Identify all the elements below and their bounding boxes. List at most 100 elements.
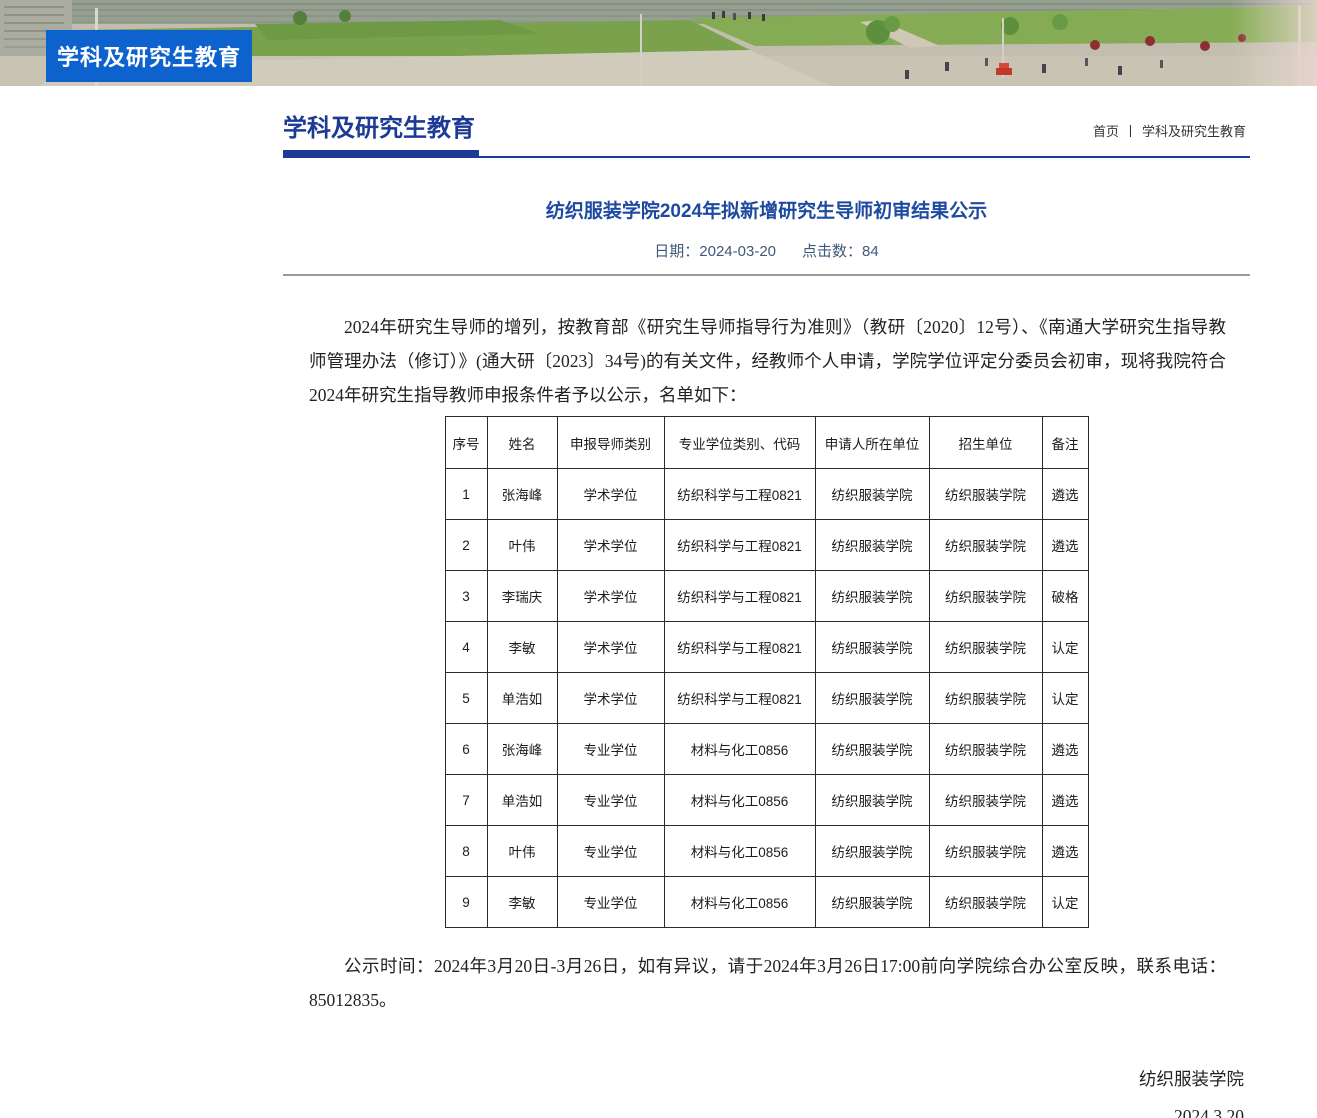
signature-block: 纺织服装学院 2024.3.20 bbox=[283, 1061, 1244, 1118]
table-cell: 单浩如 bbox=[487, 775, 557, 826]
banner-section-label: 学科及研究生教育 bbox=[46, 30, 252, 82]
table-cell: 纺织科学与工程0821 bbox=[664, 520, 815, 571]
table-cell: 纺织服装学院 bbox=[929, 571, 1042, 622]
table-cell: 1 bbox=[445, 469, 487, 520]
table-header-row: 序号 姓名 申报导师类别 专业学位类别、代码 申请人所在单位 招生单位 备注 bbox=[445, 417, 1088, 469]
table-cell: 叶伟 bbox=[487, 520, 557, 571]
table-cell: 遴选 bbox=[1042, 775, 1088, 826]
table-cell: 专业学位 bbox=[557, 877, 664, 928]
supervisor-table-head: 序号 姓名 申报导师类别 专业学位类别、代码 申请人所在单位 招生单位 备注 bbox=[445, 417, 1088, 469]
table-cell: 学术学位 bbox=[557, 673, 664, 724]
table-cell: 4 bbox=[445, 622, 487, 673]
table-row: 9李敏专业学位材料与化工0856纺织服装学院纺织服装学院认定 bbox=[445, 877, 1088, 928]
table-cell: 遴选 bbox=[1042, 469, 1088, 520]
col-header-enroll-unit: 招生单位 bbox=[929, 417, 1042, 469]
table-cell: 张海峰 bbox=[487, 724, 557, 775]
supervisor-table: 序号 姓名 申报导师类别 专业学位类别、代码 申请人所在单位 招生单位 备注 1… bbox=[445, 416, 1089, 928]
table-cell: 学术学位 bbox=[557, 622, 664, 673]
table-cell: 李瑞庆 bbox=[487, 571, 557, 622]
table-cell: 纺织服装学院 bbox=[929, 520, 1042, 571]
table-cell: 专业学位 bbox=[557, 724, 664, 775]
table-cell: 遴选 bbox=[1042, 724, 1088, 775]
col-header-discipline: 专业学位类别、代码 bbox=[664, 417, 815, 469]
table-cell: 纺织服装学院 bbox=[815, 826, 929, 877]
table-cell: 遴选 bbox=[1042, 826, 1088, 877]
table-cell: 纺织科学与工程0821 bbox=[664, 673, 815, 724]
table-row: 6张海峰专业学位材料与化工0856纺织服装学院纺织服装学院遴选 bbox=[445, 724, 1088, 775]
table-cell: 专业学位 bbox=[557, 775, 664, 826]
table-cell: 学术学位 bbox=[557, 469, 664, 520]
table-cell: 材料与化工0856 bbox=[664, 877, 815, 928]
breadcrumb-current-link[interactable]: 学科及研究生教育 bbox=[1142, 124, 1246, 139]
table-cell: 纺织服装学院 bbox=[815, 622, 929, 673]
table-cell: 材料与化工0856 bbox=[664, 724, 815, 775]
table-cell: 5 bbox=[445, 673, 487, 724]
table-cell: 纺织服装学院 bbox=[815, 877, 929, 928]
table-row: 4李敏学术学位纺织科学与工程0821纺织服装学院纺织服装学院认定 bbox=[445, 622, 1088, 673]
article-title: 纺织服装学院2024年拟新增研究生导师初审结果公示 bbox=[283, 196, 1250, 223]
meta-hits-label: 点击数： bbox=[802, 243, 862, 260]
table-cell: 遴选 bbox=[1042, 520, 1088, 571]
table-cell: 叶伟 bbox=[487, 826, 557, 877]
breadcrumb-separator: 丨 bbox=[1124, 124, 1137, 139]
table-cell: 纺织科学与工程0821 bbox=[664, 571, 815, 622]
table-cell: 7 bbox=[445, 775, 487, 826]
table-cell: 纺织服装学院 bbox=[929, 469, 1042, 520]
table-cell: 纺织服装学院 bbox=[929, 724, 1042, 775]
supervisor-table-body: 1张海峰学术学位纺织科学与工程0821纺织服装学院纺织服装学院遴选2叶伟学术学位… bbox=[445, 469, 1088, 928]
table-cell: 纺织服装学院 bbox=[815, 724, 929, 775]
table-cell: 8 bbox=[445, 826, 487, 877]
table-cell: 专业学位 bbox=[557, 826, 664, 877]
table-row: 5单浩如学术学位纺织科学与工程0821纺织服装学院纺织服装学院认定 bbox=[445, 673, 1088, 724]
table-row: 2叶伟学术学位纺织科学与工程0821纺织服装学院纺织服装学院遴选 bbox=[445, 520, 1088, 571]
table-cell: 纺织服装学院 bbox=[815, 469, 929, 520]
table-cell: 纺织服装学院 bbox=[929, 673, 1042, 724]
table-cell: 材料与化工0856 bbox=[664, 826, 815, 877]
col-header-applicant-unit: 申请人所在单位 bbox=[815, 417, 929, 469]
table-cell: 纺织服装学院 bbox=[929, 826, 1042, 877]
table-cell: 2 bbox=[445, 520, 487, 571]
closing-paragraph: 公示时间：2024年3月20日-3月26日，如有异议，请于2024年3月26日1… bbox=[309, 949, 1226, 1017]
table-cell: 6 bbox=[445, 724, 487, 775]
table-cell: 纺织服装学院 bbox=[929, 877, 1042, 928]
table-row: 8叶伟专业学位材料与化工0856纺织服装学院纺织服装学院遴选 bbox=[445, 826, 1088, 877]
table-cell: 学术学位 bbox=[557, 520, 664, 571]
article-meta: 日期：2024-03-20 点击数：84 bbox=[283, 240, 1250, 261]
meta-date-label: 日期： bbox=[654, 243, 699, 260]
table-cell: 9 bbox=[445, 877, 487, 928]
content-area: 学科及研究生教育 首页丨学科及研究生教育 纺织服装学院2024年拟新增研究生导师… bbox=[283, 86, 1250, 1118]
table-cell: 纺织服装学院 bbox=[815, 571, 929, 622]
title-underline-bar bbox=[283, 150, 479, 158]
table-row: 3李瑞庆学术学位纺织科学与工程0821纺织服装学院纺织服装学院破格 bbox=[445, 571, 1088, 622]
table-row: 7单浩如专业学位材料与化工0856纺织服装学院纺织服装学院遴选 bbox=[445, 775, 1088, 826]
table-row: 1张海峰学术学位纺织科学与工程0821纺织服装学院纺织服装学院遴选 bbox=[445, 469, 1088, 520]
table-cell: 纺织服装学院 bbox=[815, 673, 929, 724]
meta-date-value: 2024-03-20 bbox=[699, 243, 776, 260]
table-cell: 破格 bbox=[1042, 571, 1088, 622]
table-cell: 纺织服装学院 bbox=[929, 775, 1042, 826]
page: 学科及研究生教育 学科及研究生教育 首页丨学科及研究生教育 纺织服装学院2024… bbox=[0, 0, 1317, 1118]
table-cell: 认定 bbox=[1042, 673, 1088, 724]
col-header-category: 申报导师类别 bbox=[557, 417, 664, 469]
col-header-remark: 备注 bbox=[1042, 417, 1088, 469]
col-header-index: 序号 bbox=[445, 417, 487, 469]
banner-photo: 学科及研究生教育 bbox=[0, 0, 1317, 86]
signature-date: 2024.3.20 bbox=[283, 1098, 1244, 1118]
meta-hits-value: 84 bbox=[862, 243, 879, 260]
table-cell: 张海峰 bbox=[487, 469, 557, 520]
table-cell: 纺织服装学院 bbox=[815, 775, 929, 826]
table-cell: 学术学位 bbox=[557, 571, 664, 622]
table-cell: 认定 bbox=[1042, 877, 1088, 928]
article-paragraph: 2024年研究生导师的增列，按教育部《研究生导师指导行为准则》（教研〔2020〕… bbox=[309, 310, 1226, 412]
table-cell: 单浩如 bbox=[487, 673, 557, 724]
signature-org: 纺织服装学院 bbox=[283, 1061, 1244, 1098]
page-header: 学科及研究生教育 首页丨学科及研究生教育 bbox=[283, 108, 1250, 158]
table-cell: 纺织服装学院 bbox=[815, 520, 929, 571]
table-cell: 材料与化工0856 bbox=[664, 775, 815, 826]
meta-divider bbox=[283, 274, 1250, 276]
table-cell: 纺织科学与工程0821 bbox=[664, 469, 815, 520]
page-title: 学科及研究生教育 bbox=[283, 108, 475, 143]
breadcrumb-home-link[interactable]: 首页 bbox=[1093, 124, 1119, 139]
table-cell: 李敏 bbox=[487, 622, 557, 673]
table-cell: 认定 bbox=[1042, 622, 1088, 673]
